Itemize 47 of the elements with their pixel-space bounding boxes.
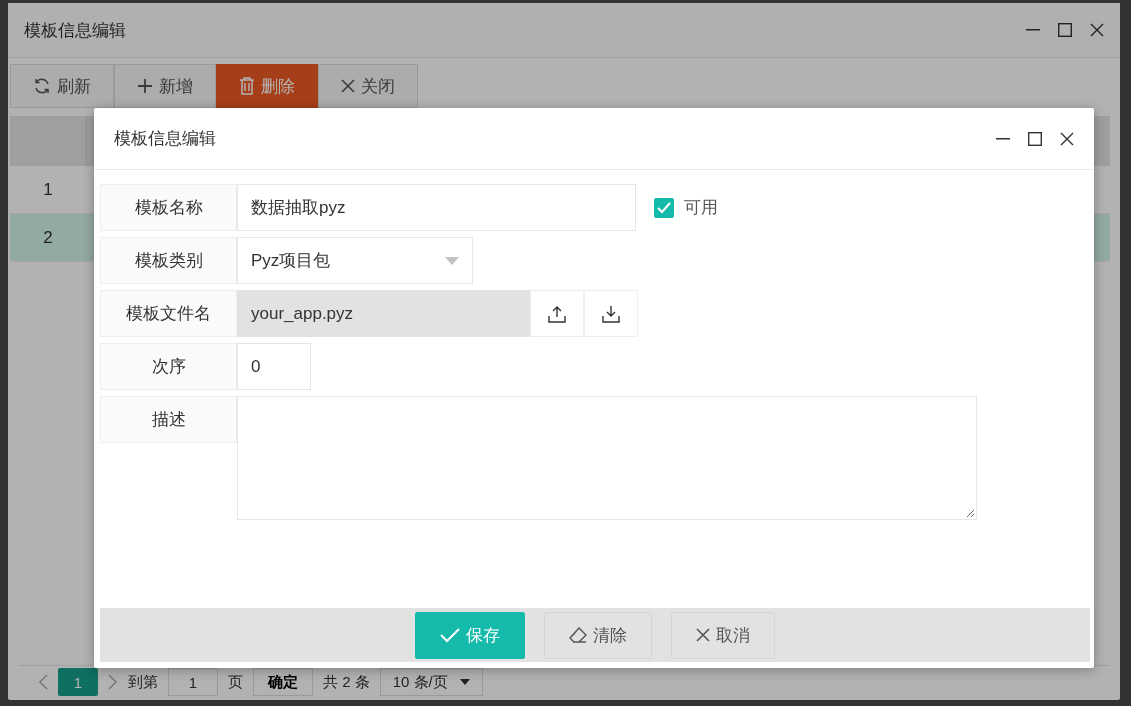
delete-button[interactable]: 删除 xyxy=(216,64,318,108)
close-button[interactable]: 关闭 xyxy=(318,64,418,108)
refresh-button[interactable]: 刷新 xyxy=(10,64,114,108)
field-label: 描述 xyxy=(100,396,237,443)
row-number: 1 xyxy=(42,179,54,200)
checkbox[interactable] xyxy=(654,197,674,218)
description-field[interactable] xyxy=(237,396,977,520)
maximize-icon[interactable] xyxy=(1028,131,1042,146)
goto-label: 到第 xyxy=(128,672,158,692)
trash-icon xyxy=(239,77,255,95)
check-icon xyxy=(440,627,460,643)
clear-button[interactable]: 清除 xyxy=(544,611,652,659)
total-count: 共 2 条 xyxy=(323,672,370,692)
page-unit: 页 xyxy=(228,672,243,692)
download-button[interactable] xyxy=(584,290,638,337)
file-name-field: your_app.pyz xyxy=(237,290,530,337)
field-label: 模板类别 xyxy=(100,237,237,284)
window-title: 模板信息编辑 xyxy=(24,19,127,42)
close-icon[interactable] xyxy=(1060,131,1074,146)
refresh-icon xyxy=(33,77,51,95)
order-field[interactable]: 0 xyxy=(237,343,311,390)
add-button[interactable]: 新增 xyxy=(114,64,216,108)
checkbox-label: 可用 xyxy=(684,197,718,219)
close-icon xyxy=(696,628,710,642)
row-number: 2 xyxy=(42,227,54,248)
upload-icon xyxy=(548,304,566,323)
field-label: 次序 xyxy=(100,343,237,390)
minimize-icon[interactable] xyxy=(996,137,1010,140)
close-icon xyxy=(341,79,355,93)
field-label: 模板名称 xyxy=(100,184,237,231)
type-dropdown[interactable]: Pyz项目包 xyxy=(237,237,473,284)
caret-icon xyxy=(445,256,459,265)
cancel-button[interactable]: 取消 xyxy=(671,611,775,659)
eraser-icon xyxy=(569,627,587,643)
dialog-title: 模板信息编辑 xyxy=(114,128,217,150)
maximize-icon[interactable] xyxy=(1058,23,1072,37)
close-icon[interactable] xyxy=(1090,23,1104,37)
plus-icon xyxy=(137,78,153,94)
page-input[interactable]: 1 xyxy=(168,668,218,696)
download-icon xyxy=(602,304,620,323)
field-label: 模板文件名 xyxy=(100,290,237,337)
name-field[interactable]: 数据抽取pyz xyxy=(237,184,636,231)
confirm-button[interactable]: 确定 xyxy=(253,668,313,696)
resize-grip-icon[interactable] xyxy=(966,509,974,517)
upload-button[interactable] xyxy=(530,290,584,337)
page-size-dropdown[interactable]: 10 条/页 xyxy=(379,668,483,696)
caret-icon xyxy=(459,679,470,685)
